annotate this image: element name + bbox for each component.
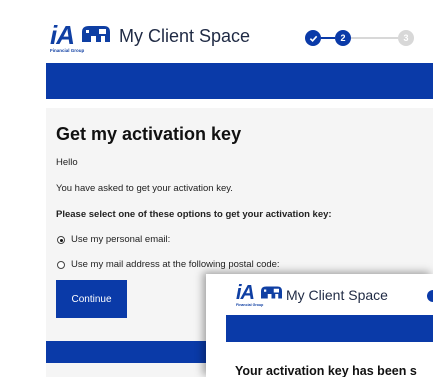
elephant-icon (261, 286, 282, 299)
ia-logo: iA Financial Group (50, 20, 120, 53)
ia-logo-subtext: Financial Group (50, 48, 85, 53)
ia-logo-text: iA (50, 20, 75, 50)
radio-personal-email-label[interactable]: Use my personal email: (71, 234, 170, 245)
step-3-pending: 3 (398, 30, 414, 46)
step-connector-2 (351, 37, 398, 39)
step-1-complete (305, 30, 321, 46)
header-banner (46, 63, 433, 99)
check-icon (309, 35, 317, 42)
radio-mail-address-label[interactable]: Use my mail address at the following pos… (71, 259, 280, 270)
ia-logo: iA Financial Group (236, 283, 288, 307)
step-2-current: 2 (335, 30, 351, 46)
confirmation-heading: Your activation key has been s (235, 364, 417, 377)
continue-button[interactable]: Continue (56, 280, 127, 318)
ia-logo-subtext: Financial Group (236, 303, 264, 307)
radio-mail-address[interactable] (57, 261, 65, 269)
intro-text: You have asked to get your activation ke… (56, 183, 233, 194)
page-title: Get my activation key (56, 124, 242, 144)
elephant-icon (82, 26, 110, 42)
app-title: My Client Space (286, 287, 388, 303)
header-banner (226, 315, 433, 342)
radio-personal-email[interactable] (57, 236, 65, 244)
step-connector-1 (321, 37, 335, 39)
activation-page-front: iA Financial Group My Client Space Your … (206, 274, 433, 377)
greeting-text: Hello (56, 157, 78, 168)
app-title: My Client Space (119, 26, 251, 46)
instruction-text: Please select one of these options to ge… (56, 209, 332, 220)
step-indicator (427, 290, 433, 302)
ia-logo-text: iA (236, 282, 255, 304)
